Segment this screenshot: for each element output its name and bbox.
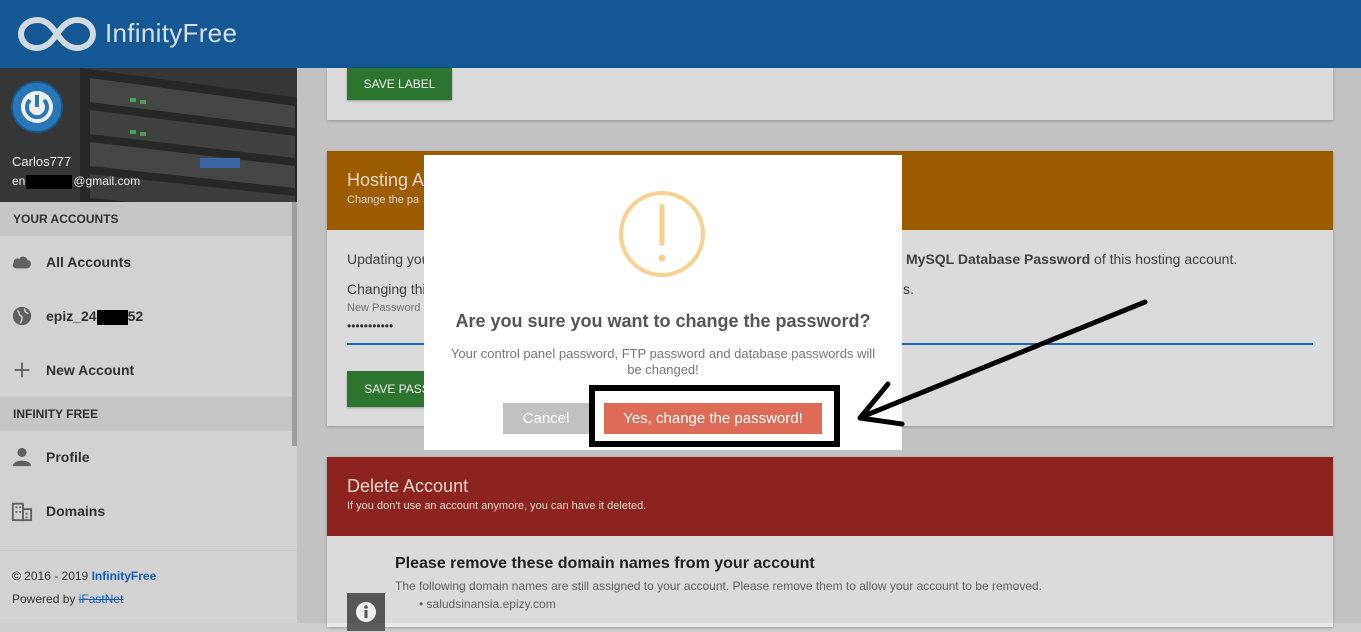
hosting-card-subtitle: Change the pa (347, 194, 420, 206)
infinityfree-link[interactable]: InfinityFree (92, 569, 157, 583)
hosting-card-title: Hosting A (347, 170, 425, 190)
ifastnet-link[interactable]: iFastNet (79, 592, 124, 606)
annotation-highlight-box (589, 385, 840, 447)
person-icon (12, 447, 32, 467)
power-icon (21, 91, 53, 123)
cancel-button[interactable]: Cancel (503, 403, 589, 434)
infinity-logo-icon[interactable] (18, 14, 96, 54)
delete-card-header: Delete Account If you don't use an accou… (327, 457, 1333, 536)
sidebar-item-all-accounts[interactable]: All Accounts (0, 235, 293, 289)
sidebar-item-label: Domains (46, 503, 106, 519)
top-bar: InfinityFree (0, 0, 1361, 68)
sidebar-item-label: All Accounts (46, 254, 132, 270)
sidebar-item-profile[interactable]: Profile (0, 430, 293, 484)
delete-card-subtitle: If you don't use an account anymore, you… (347, 500, 647, 512)
remove-domains-title: Please remove these domain names from yo… (395, 555, 815, 572)
annotation-arrow-icon (857, 299, 1148, 427)
redaction-bar (96, 309, 128, 325)
remove-domains-text: The following domain names are still ass… (395, 579, 1043, 593)
section-your-accounts: YOUR ACCOUNTS (0, 202, 293, 236)
sidebar-item-hosting-account[interactable]: epiz_24 52 (0, 289, 293, 343)
user-email: en @gmail.com (12, 174, 141, 189)
building-icon (11, 502, 33, 522)
powered-by-text: Powered by iFastNet (12, 592, 124, 606)
info-box (347, 593, 385, 631)
avatar[interactable] (11, 81, 63, 133)
delete-card-title: Delete Account (347, 476, 469, 496)
profile-header: Carlos777 en @gmail.com (0, 68, 297, 202)
sidebar-item-domains[interactable]: Domains (0, 484, 293, 538)
copyright-text: © 2016 - 2019 InfinityFree (12, 569, 157, 583)
new-password-input[interactable]: ••••••••••• (347, 319, 393, 333)
cloud-icon (12, 256, 31, 269)
plus-icon (14, 362, 30, 378)
new-password-label: New Password (347, 302, 421, 314)
updating-text: Updating you (347, 251, 430, 267)
label-card: SAVE LABEL (327, 68, 1333, 120)
updating-text-end: MySQL Database Password of this hosting … (906, 251, 1238, 267)
warning-icon (619, 191, 705, 277)
sidebar: Carlos777 en @gmail.com YOUR ACCOUNTS All… (0, 68, 297, 623)
save-label-button[interactable]: SAVE LABEL (347, 68, 452, 100)
changing-text: Changing thi (347, 281, 426, 297)
username: Carlos777 (12, 154, 72, 169)
dialog-text: Your control panel password, FTP passwor… (450, 346, 876, 377)
sidebar-footer: © 2016 - 2019 InfinityFree Powered by iF… (0, 550, 297, 606)
list-item: • saludsinansia.epizy.com (419, 597, 556, 611)
globe-icon (12, 306, 32, 326)
sidebar-scrollbar[interactable] (292, 202, 297, 446)
sidebar-item-label: New Account (46, 362, 135, 378)
sidebar-item-label: epiz_24 52 (46, 308, 144, 325)
dialog-title: Are you sure you want to change the pass… (455, 311, 871, 331)
redaction-bar (26, 174, 73, 189)
brand-name[interactable]: InfinityFree (105, 18, 237, 49)
delete-account-card: Delete Account If you don't use an accou… (327, 457, 1333, 631)
section-infinity-free: INFINITY FREE (0, 397, 293, 431)
sidebar-item-label: Profile (46, 449, 90, 465)
sidebar-item-new-account[interactable]: New Account (0, 343, 293, 397)
